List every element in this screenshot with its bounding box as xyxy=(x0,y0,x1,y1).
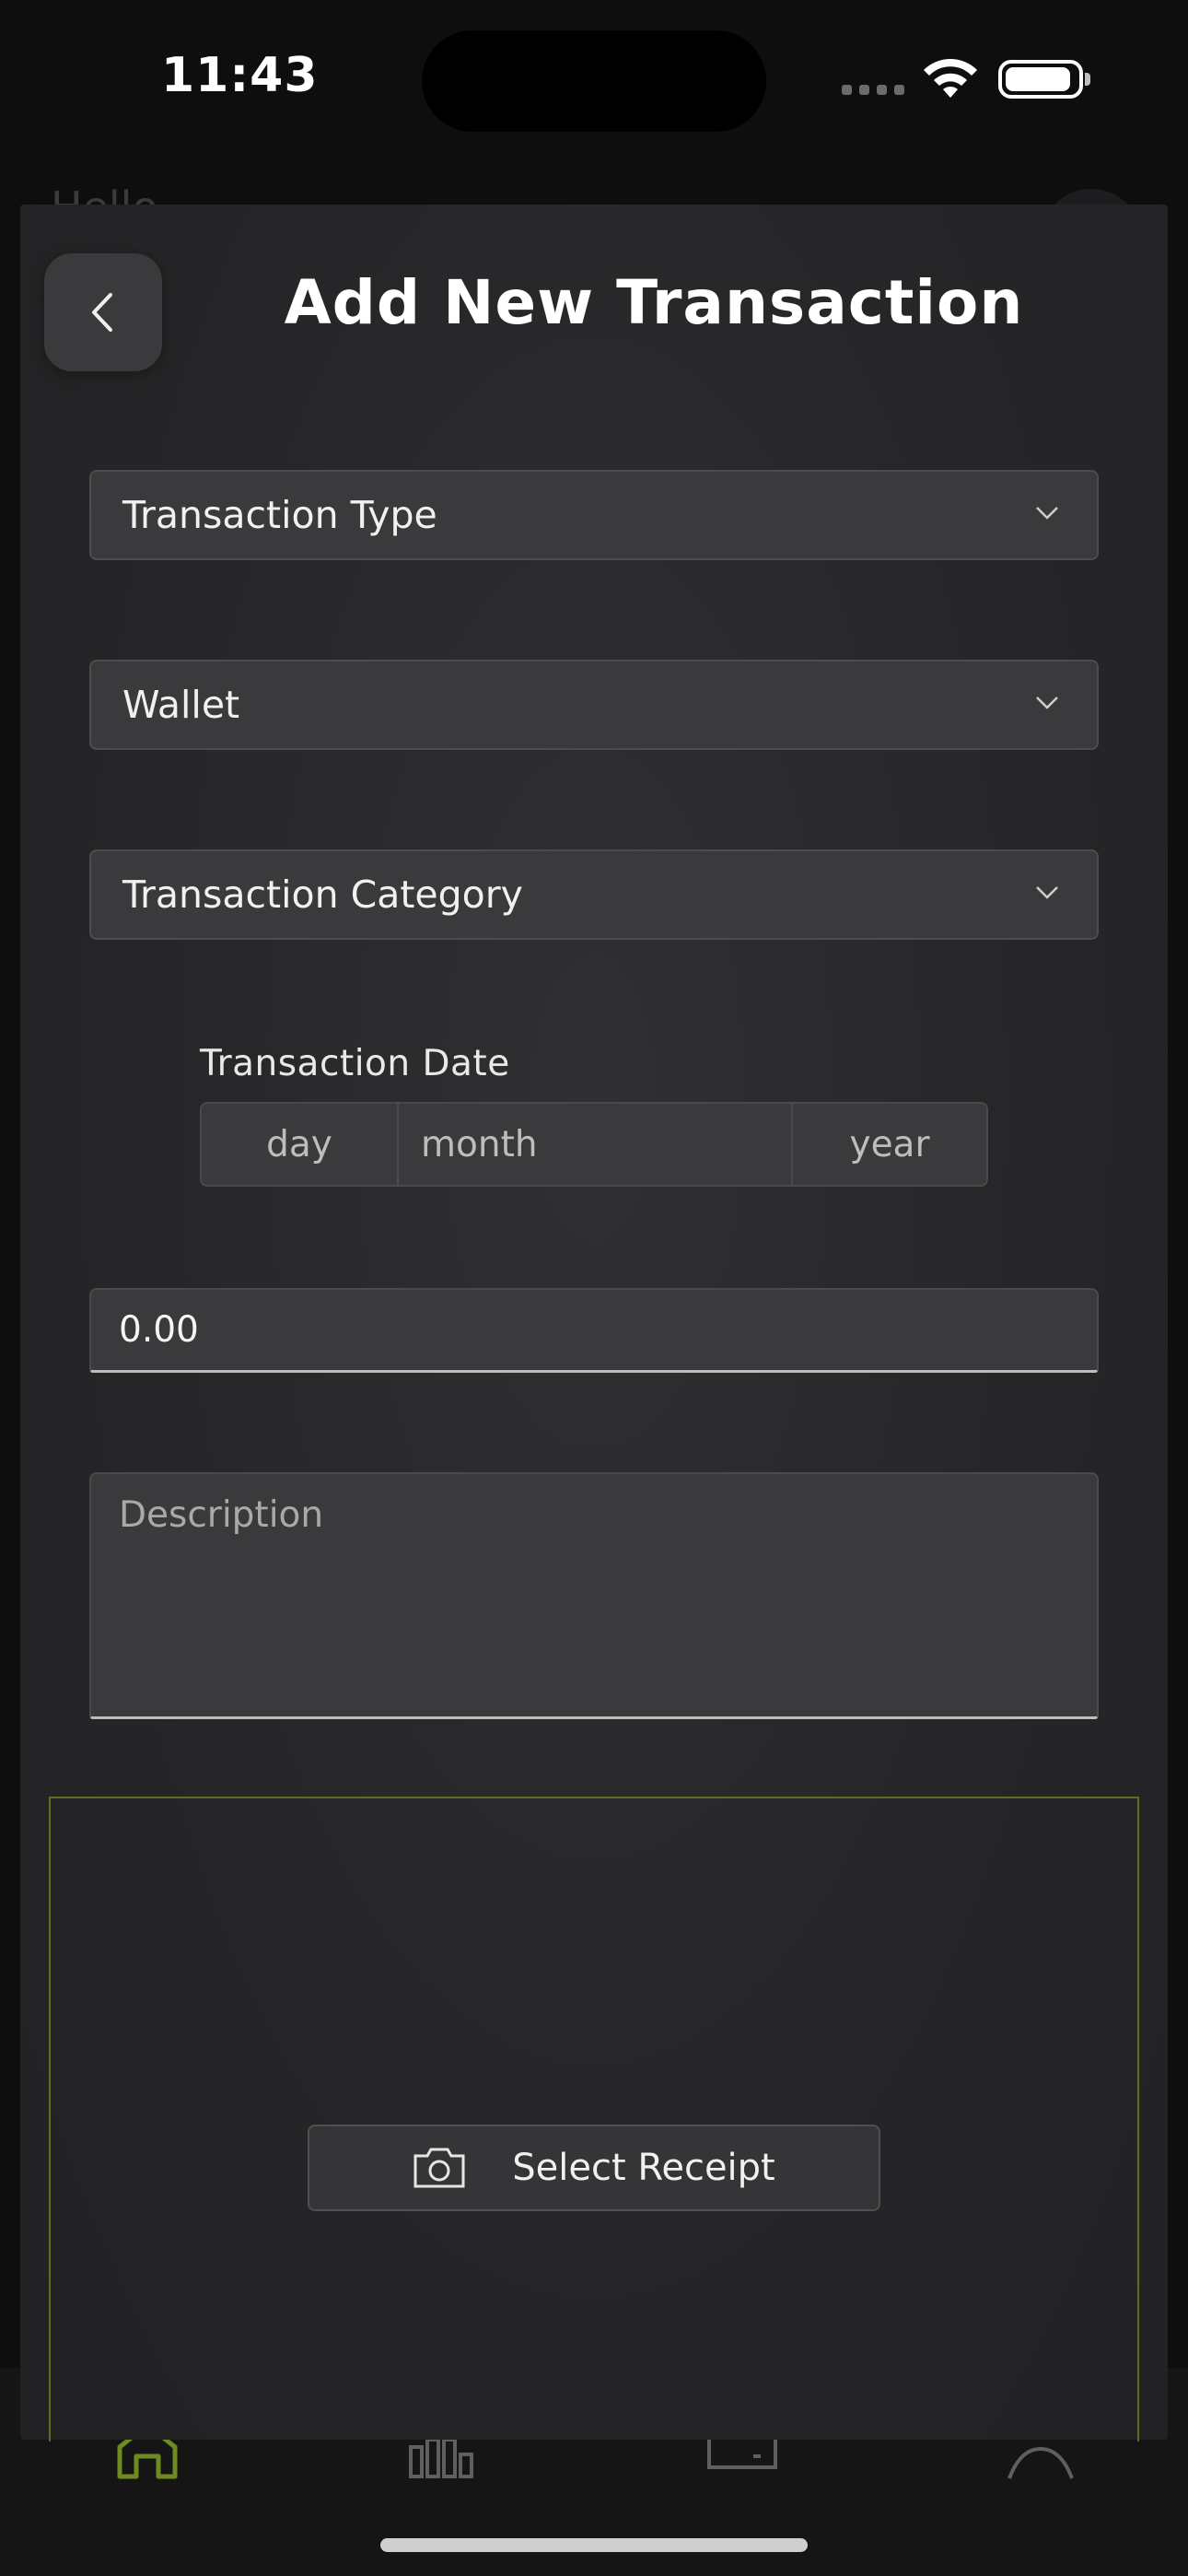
date-year-field[interactable]: year xyxy=(793,1104,986,1185)
home-indicator xyxy=(380,2538,808,2552)
receipt-dropzone[interactable] xyxy=(49,1797,1139,2441)
camera-icon xyxy=(413,2148,465,2188)
screen: 11:43 Hello xyxy=(0,0,1188,2576)
transaction-date-picker: day month year xyxy=(200,1102,988,1187)
date-day-field[interactable]: day xyxy=(202,1104,399,1185)
transaction-type-label: Transaction Type xyxy=(122,493,437,537)
amount-input[interactable]: 0.00 xyxy=(89,1288,1099,1373)
wifi-icon xyxy=(924,59,977,98)
status-time: 11:43 xyxy=(161,48,319,103)
transaction-type-select[interactable]: Transaction Type xyxy=(89,470,1099,560)
chevron-down-icon xyxy=(1036,697,1058,709)
chevron-down-icon xyxy=(1036,507,1058,520)
description-input[interactable]: Description xyxy=(89,1472,1099,1719)
transaction-date-label: Transaction Date xyxy=(200,1043,510,1084)
wallet-select[interactable]: Wallet xyxy=(89,660,1099,750)
transaction-category-label: Transaction Category xyxy=(122,872,523,917)
select-receipt-label: Select Receipt xyxy=(512,2147,775,2189)
page-title: Add New Transaction xyxy=(284,267,1024,338)
cellular-signal-icon xyxy=(842,85,904,95)
back-button[interactable] xyxy=(44,253,162,371)
battery-icon xyxy=(998,60,1090,99)
date-month-field[interactable]: month xyxy=(399,1104,793,1185)
transaction-category-select[interactable]: Transaction Category xyxy=(89,849,1099,940)
chevron-left-icon xyxy=(92,293,112,332)
chevron-down-icon xyxy=(1036,886,1058,899)
wallet-label: Wallet xyxy=(122,683,240,727)
dynamic-island xyxy=(422,30,766,132)
select-receipt-button[interactable]: Select Receipt xyxy=(308,2125,880,2211)
